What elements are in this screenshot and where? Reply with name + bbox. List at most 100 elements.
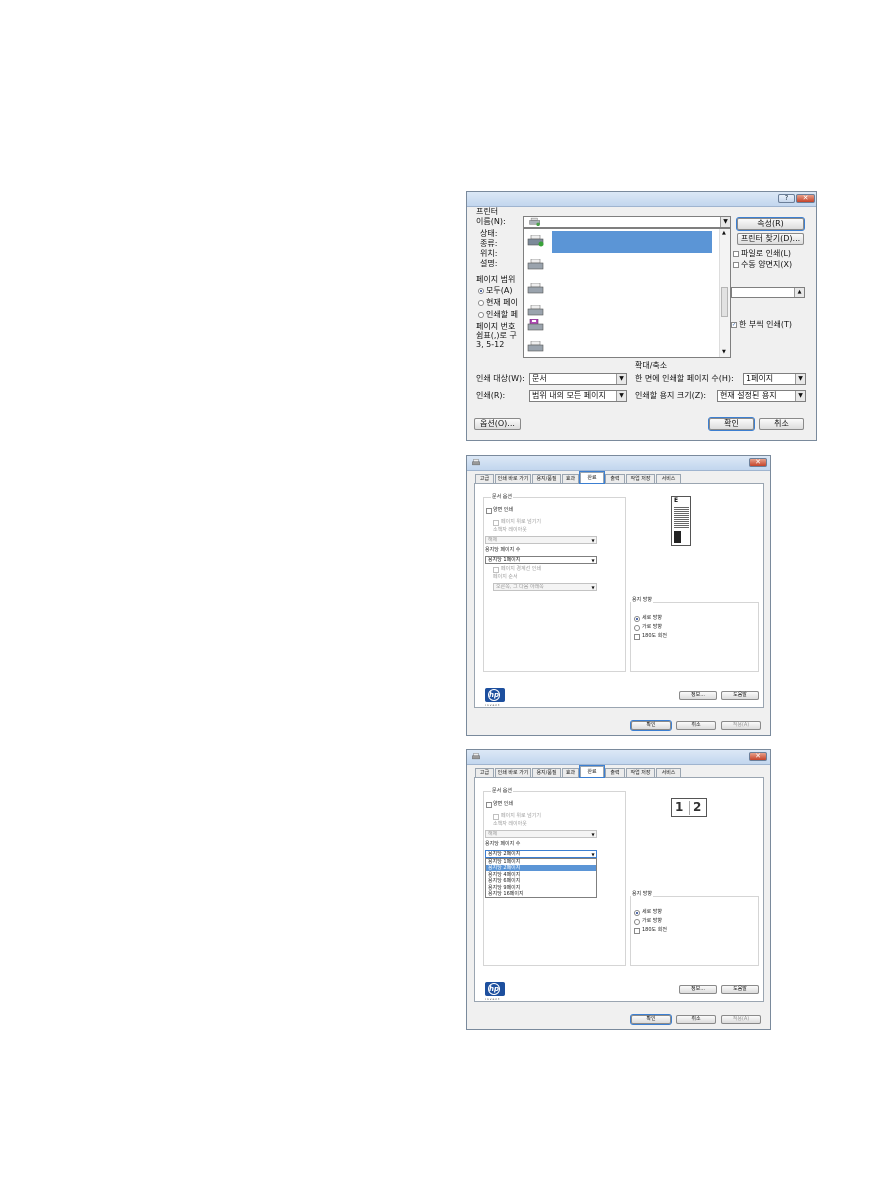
chevron-down-icon[interactable]: ▼ bbox=[720, 217, 730, 227]
hp-mark: hp bbox=[488, 689, 500, 701]
tab-item[interactable]: 작업 저장 bbox=[626, 768, 655, 777]
printer-icon bbox=[527, 259, 544, 270]
document-options-label: 문서 옵션 bbox=[491, 788, 513, 795]
scroll-up-arrow[interactable]: ▲ bbox=[722, 231, 726, 236]
selection-radio[interactable] bbox=[478, 312, 484, 318]
fax-printer-icon bbox=[527, 319, 544, 331]
page-order-value: 오른쪽, 그 다음 아래쪽 bbox=[496, 584, 544, 590]
pages-per-sheet-dropdown[interactable]: 용지당 1페이지 용지당 2페이지 용지당 4페이지 용지당 6페이지 용지당 9페이지… bbox=[485, 858, 597, 898]
booklet-layout-combo[interactable]: 해제 ▼ bbox=[485, 830, 597, 838]
portrait-radio[interactable] bbox=[634, 910, 640, 916]
chevron-down-icon[interactable]: ▼ bbox=[590, 537, 596, 543]
tab-item[interactable]: 서비스 bbox=[656, 474, 681, 483]
manual-duplex-checkbox[interactable] bbox=[733, 262, 739, 268]
duplex-checkbox[interactable] bbox=[486, 508, 492, 514]
dropdown-option[interactable]: 용지당 6페이지 bbox=[486, 878, 596, 884]
apply-button[interactable]: 적용(A) bbox=[721, 721, 761, 730]
rotate-180-checkbox[interactable] bbox=[634, 634, 640, 640]
cancel-button[interactable]: 취소 bbox=[676, 721, 716, 730]
spinner-arrows-icon[interactable]: ▲ bbox=[794, 288, 804, 297]
printer-icon bbox=[527, 283, 544, 294]
properties-button[interactable]: 속성(R) bbox=[736, 217, 805, 231]
title-bar: ✕ bbox=[467, 456, 770, 471]
scroll-down-arrow[interactable]: ▼ bbox=[722, 350, 726, 355]
scale-label: 인쇄할 용지 크기(Z): bbox=[635, 391, 707, 400]
title-bar: ? ✕ bbox=[467, 192, 816, 207]
chevron-down-icon[interactable]: ▼ bbox=[795, 374, 805, 384]
tab-item[interactable]: 인쇄 바로 가기 bbox=[495, 768, 531, 777]
tab-item[interactable]: 효과 bbox=[562, 474, 579, 483]
current-page-radio[interactable] bbox=[478, 300, 484, 306]
dropdown-option[interactable]: 용지당 2페이지 bbox=[486, 865, 596, 872]
portrait-radio[interactable] bbox=[634, 616, 640, 622]
page-order-combo[interactable]: 오른쪽, 그 다음 아래쪽 ▼ bbox=[493, 583, 597, 591]
tab-item[interactable]: 작업 저장 bbox=[626, 474, 655, 483]
booklet-layout-value: 해제 bbox=[488, 537, 498, 543]
help-button[interactable]: 도움말 bbox=[721, 691, 759, 700]
print-what-combo[interactable]: 문서 ▼ bbox=[529, 373, 627, 385]
close-button[interactable]: ✕ bbox=[796, 194, 815, 203]
booklet-layout-combo[interactable]: 해제 ▼ bbox=[485, 536, 597, 544]
preview-divider bbox=[689, 801, 690, 815]
ok-button[interactable]: 확인 bbox=[630, 720, 672, 731]
comment-label: 설명: bbox=[480, 259, 498, 268]
scale-combo[interactable]: 현재 설정된 용지 ▼ bbox=[717, 390, 806, 402]
manual-duplex-label: 수동 양면지(X) bbox=[741, 260, 793, 269]
where-label: 위치: bbox=[480, 249, 498, 258]
list-scrollbar[interactable]: ▲ ▼ bbox=[719, 229, 730, 357]
tab-item[interactable]: 출력 bbox=[605, 474, 625, 483]
chevron-down-icon[interactable]: ▼ bbox=[590, 557, 596, 563]
tab-item[interactable]: 인쇄 바로 가기 bbox=[495, 474, 531, 483]
scroll-thumb[interactable] bbox=[721, 287, 728, 317]
duplex-checkbox[interactable] bbox=[486, 802, 492, 808]
close-button[interactable]: ✕ bbox=[749, 752, 767, 761]
chevron-down-icon[interactable]: ▼ bbox=[795, 391, 805, 401]
printer-dropdown-list[interactable]: ▲ ▼ bbox=[523, 228, 731, 358]
options-button[interactable]: 옵션(O)... bbox=[474, 418, 521, 430]
rotate-180-checkbox[interactable] bbox=[634, 928, 640, 934]
flip-pages-up-checkbox[interactable] bbox=[493, 520, 499, 526]
copies-spinner[interactable]: ▲ bbox=[731, 287, 805, 298]
printer-name-combo[interactable]: ▼ bbox=[523, 216, 731, 228]
print-range-combo[interactable]: 범위 내의 모든 페이지 ▼ bbox=[529, 390, 627, 402]
tab-item[interactable]: 출력 bbox=[605, 768, 625, 777]
dropdown-option[interactable]: 용지당 4페이지 bbox=[486, 872, 596, 878]
collate-checkbox[interactable]: ✓ bbox=[731, 322, 737, 328]
tab-item[interactable]: 고급 bbox=[475, 768, 494, 777]
dropdown-option[interactable]: 용지당 16페이지 bbox=[486, 891, 596, 897]
pages-per-sheet-combo[interactable]: 1페이지 ▼ bbox=[743, 373, 806, 385]
landscape-radio[interactable] bbox=[634, 919, 640, 925]
pages-per-sheet-combo[interactable]: 용지당 2페이지 ▼ bbox=[485, 850, 597, 858]
cancel-button[interactable]: 취소 bbox=[759, 418, 804, 430]
tab-item[interactable]: 고급 bbox=[475, 474, 494, 483]
chevron-down-icon[interactable]: ▼ bbox=[590, 851, 596, 857]
tab-item[interactable]: 효과 bbox=[562, 768, 579, 777]
print-to-file-checkbox[interactable] bbox=[733, 251, 739, 257]
chevron-down-icon[interactable]: ▼ bbox=[590, 831, 596, 837]
tab-item[interactable]: 용지/품질 bbox=[532, 768, 561, 777]
pages-per-sheet-combo[interactable]: 용지당 1페이지 ▼ bbox=[485, 556, 597, 564]
cancel-button[interactable]: 취소 bbox=[676, 1015, 716, 1024]
about-button[interactable]: 정보... bbox=[679, 985, 717, 994]
ok-button[interactable]: 확인 bbox=[630, 1014, 672, 1025]
tab-item[interactable]: 용지/품질 bbox=[532, 474, 561, 483]
all-radio[interactable] bbox=[478, 288, 484, 294]
chevron-down-icon[interactable]: ▼ bbox=[616, 391, 626, 401]
find-printer-button[interactable]: 프린터 찾기(D)... bbox=[737, 233, 804, 245]
chevron-down-icon[interactable]: ▼ bbox=[616, 374, 626, 384]
help-button[interactable]: 도움말 bbox=[721, 985, 759, 994]
ok-button[interactable]: 확인 bbox=[708, 417, 755, 431]
tab-item[interactable]: 완료 bbox=[579, 765, 605, 778]
tab-item[interactable]: 서비스 bbox=[656, 768, 681, 777]
help-title-button[interactable]: ? bbox=[778, 194, 795, 203]
close-button[interactable]: ✕ bbox=[749, 458, 767, 467]
chevron-down-icon[interactable]: ▼ bbox=[590, 584, 596, 590]
apply-button[interactable]: 적용(A) bbox=[721, 1015, 761, 1024]
about-button[interactable]: 정보... bbox=[679, 691, 717, 700]
flip-pages-up-checkbox[interactable] bbox=[493, 814, 499, 820]
selected-printer-row[interactable] bbox=[552, 231, 712, 253]
print-page-borders-checkbox[interactable] bbox=[493, 567, 499, 573]
landscape-radio[interactable] bbox=[634, 625, 640, 631]
dropdown-option[interactable]: 용지당 9페이지 bbox=[486, 885, 596, 891]
tab-item[interactable]: 완료 bbox=[579, 471, 605, 484]
